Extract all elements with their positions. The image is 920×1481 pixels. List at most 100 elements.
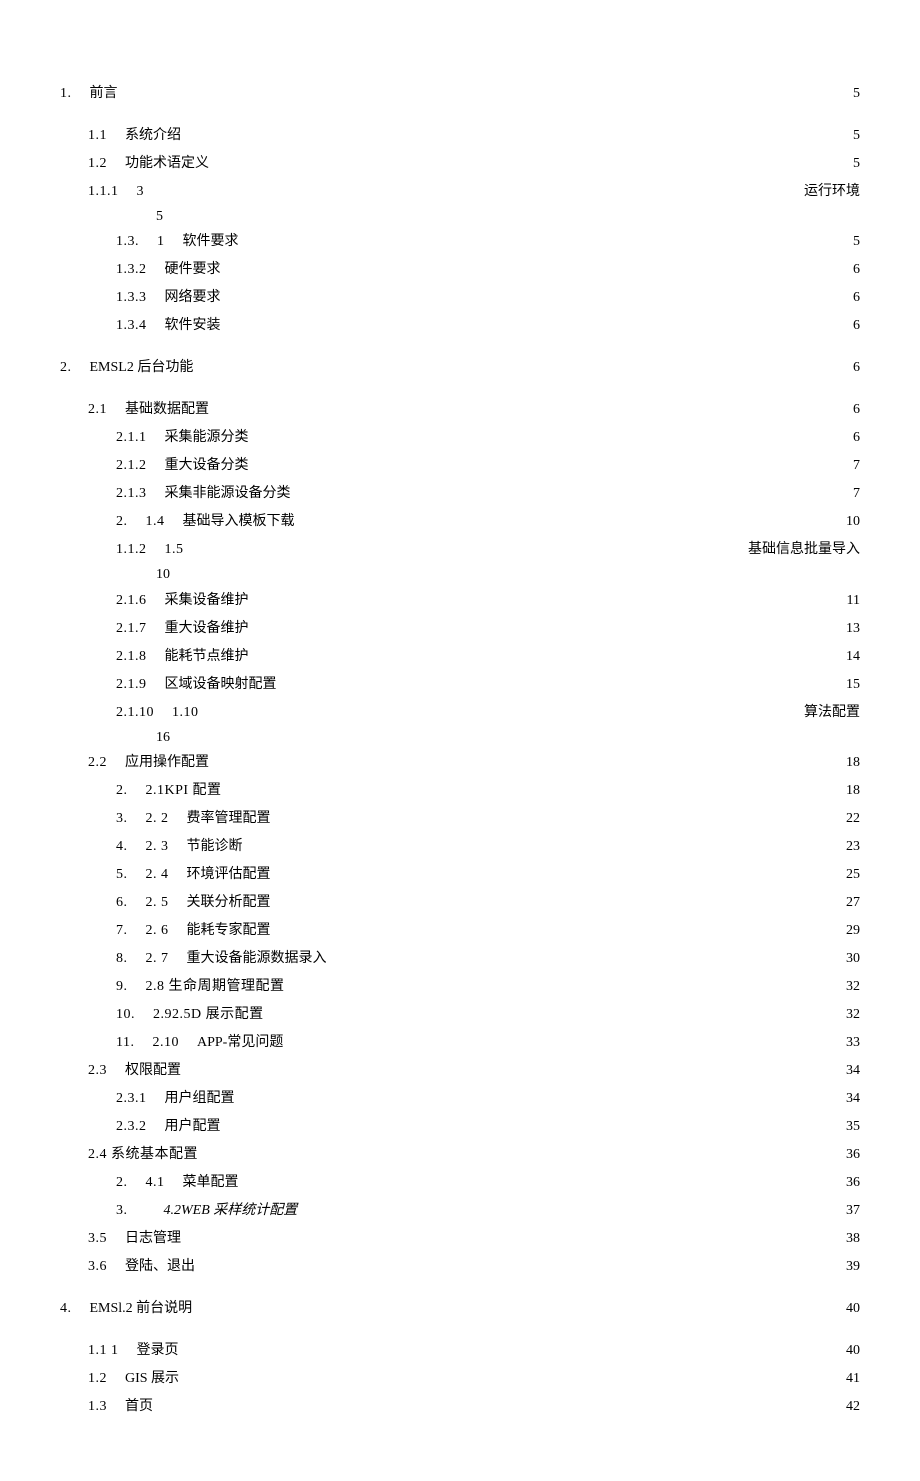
toc-number-suffix: 2. 3 bbox=[146, 833, 169, 861]
toc-title: 用户配置 bbox=[165, 1113, 221, 1141]
toc-number: 10. bbox=[116, 1001, 135, 1029]
table-of-contents: 1.前言51.1系统介绍51.2功能术语定义51.1.13运行环境51.3.1软… bbox=[60, 80, 860, 1421]
toc-page-number: 6 bbox=[849, 354, 860, 382]
toc-page-number: 5 bbox=[849, 80, 860, 108]
toc-title: 能耗专家配置 bbox=[187, 917, 271, 945]
toc-number-suffix: 1.10 bbox=[172, 699, 199, 727]
toc-leader-dots bbox=[185, 125, 849, 139]
toc-number: 2. bbox=[116, 508, 128, 536]
toc-gap bbox=[60, 1281, 860, 1295]
toc-number: 2.1.1 bbox=[116, 424, 147, 452]
toc-number: 1.1 bbox=[88, 122, 107, 150]
toc-leader-dots bbox=[213, 153, 849, 167]
toc-number: 1.1.1 bbox=[88, 178, 119, 206]
toc-number: 5. bbox=[116, 861, 128, 889]
toc-entry: 11.2.10APP-常见问题33 bbox=[60, 1029, 860, 1057]
toc-title: 日志管理 bbox=[125, 1225, 181, 1253]
toc-number: 2. bbox=[116, 777, 128, 805]
toc-number-suffix: 2.8 生命周期管理配置 bbox=[146, 973, 285, 1001]
toc-leader-dots bbox=[281, 674, 843, 688]
toc-title: 重大设备维护 bbox=[165, 615, 249, 643]
toc-entry: 1.2功能术语定义5 bbox=[60, 150, 860, 178]
toc-leader-dots bbox=[287, 1032, 842, 1046]
toc-page-number: 27 bbox=[842, 889, 860, 917]
toc-page-number: 6 bbox=[849, 396, 860, 424]
toc-leader-dots bbox=[253, 455, 850, 469]
toc-number: 4. bbox=[60, 1295, 72, 1323]
toc-entry: 10. 2.92.5D 展示配置 32 bbox=[60, 1001, 860, 1029]
toc-gap bbox=[60, 382, 860, 396]
toc-entry: 1.3首页42 bbox=[60, 1393, 860, 1421]
toc-title: 关联分析配置 bbox=[187, 889, 271, 917]
toc-page-number: 22 bbox=[842, 805, 860, 833]
toc-number-suffix: 2.92.5D 展示配置 bbox=[153, 1001, 264, 1029]
toc-entry: 3.5日志管理38 bbox=[60, 1225, 860, 1253]
toc-entry: 2.1.6采集设备维护11 bbox=[60, 587, 860, 615]
toc-title: 系统介绍 bbox=[125, 122, 181, 150]
toc-number: 2.4 系统基本配置 bbox=[88, 1141, 198, 1169]
toc-page-number: 41 bbox=[842, 1365, 860, 1393]
toc-leader-dots bbox=[253, 618, 843, 632]
toc-page-number: 32 bbox=[842, 973, 860, 1001]
toc-number: 2.1.9 bbox=[116, 671, 147, 699]
toc-page-number: 5 bbox=[849, 122, 860, 150]
toc-title: 前言 bbox=[90, 80, 118, 108]
toc-title: 采集设备维护 bbox=[165, 587, 249, 615]
toc-number-suffix: 2.10 bbox=[152, 1029, 179, 1057]
toc-number: 2.1 bbox=[88, 396, 107, 424]
toc-page-number: 38 bbox=[842, 1225, 860, 1253]
toc-leader-dots bbox=[226, 780, 842, 794]
toc-leader-dots bbox=[225, 315, 850, 329]
toc-leader-dots bbox=[188, 539, 745, 553]
toc-entry: 1.3.2硬件要求6 bbox=[60, 256, 860, 284]
toc-number: 1.3 bbox=[88, 1393, 107, 1421]
toc-leader-dots bbox=[183, 1368, 842, 1382]
toc-wrapped-page: 10 bbox=[60, 564, 860, 586]
toc-leader-dots bbox=[225, 1116, 843, 1130]
toc-number-suffix: 2. 2 bbox=[146, 805, 169, 833]
toc-entry: 2.1.2重大设备分类7 bbox=[60, 452, 860, 480]
toc-page-number: 37 bbox=[842, 1197, 860, 1225]
toc-number: 2.3.2 bbox=[116, 1113, 147, 1141]
toc-number: 1.1.2 bbox=[116, 536, 147, 564]
toc-entry: 3.2. 2费率管理配置22 bbox=[60, 805, 860, 833]
toc-leader-dots bbox=[268, 1004, 842, 1018]
toc-entry: 2.3.1用户组配置34 bbox=[60, 1085, 860, 1113]
toc-number: 1.2 bbox=[88, 150, 107, 178]
toc-entry: 4.2. 3节能诊断23 bbox=[60, 833, 860, 861]
toc-number-suffix: 2. 4 bbox=[146, 861, 169, 889]
toc-number: 2. bbox=[116, 1169, 128, 1197]
toc-number-suffix: 2. 6 bbox=[146, 917, 169, 945]
toc-number: 3.6 bbox=[88, 1253, 107, 1281]
toc-entry: 1.1.13运行环境 bbox=[60, 178, 860, 206]
toc-leader-dots bbox=[199, 1256, 842, 1270]
toc-number-suffix: 3 bbox=[137, 178, 145, 206]
toc-number: 3. bbox=[116, 1197, 128, 1225]
toc-page-number: 7 bbox=[849, 480, 860, 508]
toc-number-suffix: 4.1 bbox=[146, 1169, 165, 1197]
toc-number: 2.1.3 bbox=[116, 480, 147, 508]
toc-title: EMSL2 后台功能 bbox=[90, 354, 194, 382]
toc-leader-dots bbox=[239, 1088, 843, 1102]
toc-gap bbox=[60, 1323, 860, 1337]
toc-entry: 2.1.8能耗节点维护14 bbox=[60, 643, 860, 671]
toc-number: 8. bbox=[116, 945, 128, 973]
toc-title: 软件安装 bbox=[165, 312, 221, 340]
toc-page-number: 25 bbox=[842, 861, 860, 889]
toc-entry: 2.1.4基础导入模板下载10 bbox=[60, 508, 860, 536]
toc-title: 软件要求 bbox=[183, 228, 239, 256]
toc-number: 1.3.2 bbox=[116, 256, 147, 284]
toc-number: 3. bbox=[116, 805, 128, 833]
toc-page-number: 36 bbox=[842, 1169, 860, 1197]
toc-leader-dots bbox=[185, 1228, 842, 1242]
toc-title: 用户组配置 bbox=[165, 1085, 235, 1113]
toc-page-number: 6 bbox=[849, 256, 860, 284]
toc-number: 7. bbox=[116, 917, 128, 945]
toc-entry: 1.1 系统介绍 5 bbox=[60, 122, 860, 150]
toc-title: 基础数据配置 bbox=[125, 396, 209, 424]
toc-page-number: 18 bbox=[842, 777, 860, 805]
toc-entry: 1.前言5 bbox=[60, 80, 860, 108]
toc-page-number: 32 bbox=[842, 1001, 860, 1029]
toc-entry: 2.1 基础数据配置 6 bbox=[60, 396, 860, 424]
toc-leader-dots bbox=[331, 948, 843, 962]
